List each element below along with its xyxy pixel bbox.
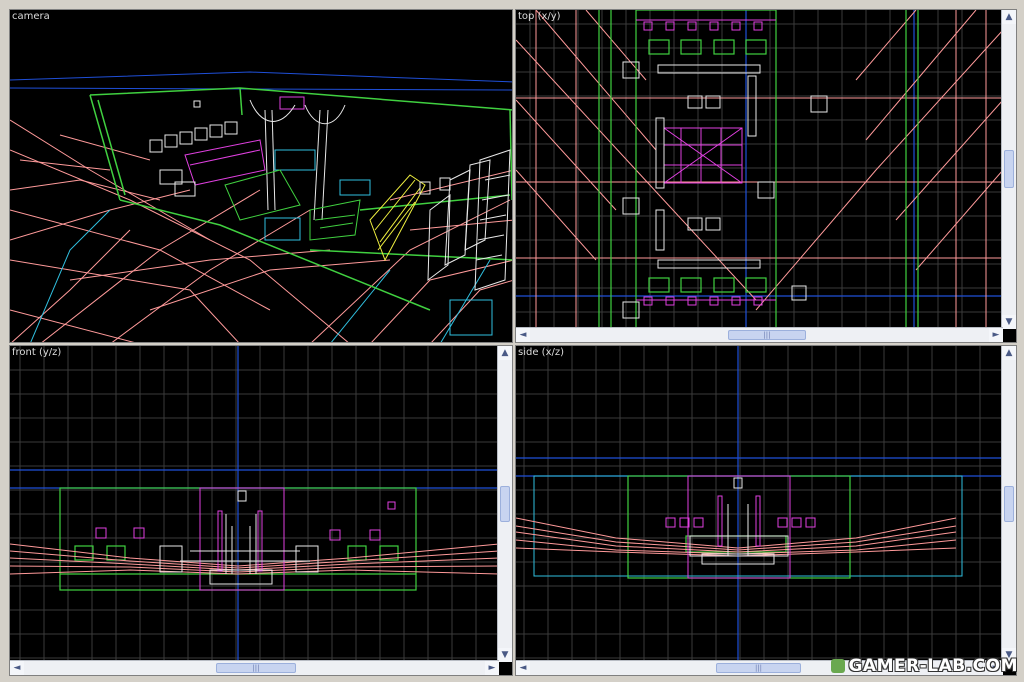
side-2d-grid xyxy=(516,346,1003,662)
top-scroll-down-button[interactable]: ▼ xyxy=(1002,315,1016,329)
side-viewport-label: side (x/z) xyxy=(518,347,565,358)
top-scroll-up-button[interactable]: ▲ xyxy=(1002,10,1016,24)
top-horizontal-scroll-thumb[interactable]: ||| xyxy=(728,330,806,340)
top-scroll-right-button[interactable]: ► xyxy=(989,328,1003,342)
gamer-lab-watermark: GAMER-LAB.COM xyxy=(831,656,1018,676)
side-scroll-up-button[interactable]: ▲ xyxy=(1002,346,1016,360)
top-viewport[interactable]: top (x/y) ▲ ▼ ◄ ||| ► xyxy=(515,9,1017,343)
front-viewport[interactable]: front (y/z) ▲ ▼ ◄ ||| ► xyxy=(9,345,513,676)
camera-viewport[interactable]: camera xyxy=(9,9,513,343)
side-scroll-left-button[interactable]: ◄ xyxy=(516,661,530,675)
top-2d-grid xyxy=(516,10,1003,329)
front-2d-grid xyxy=(10,346,499,662)
top-vertical-scrollbar[interactable]: ▲ ▼ xyxy=(1001,10,1016,329)
top-horizontal-scrollbar[interactable]: ◄ ||| ► xyxy=(516,327,1003,342)
front-horizontal-scrollbar[interactable]: ◄ ||| ► xyxy=(10,660,499,675)
front-vertical-scroll-thumb[interactable] xyxy=(500,486,510,522)
side-vertical-scrollbar[interactable]: ▲ ▼ xyxy=(1001,346,1016,662)
front-scroll-right-button[interactable]: ► xyxy=(485,661,499,675)
top-viewport-label: top (x/y) xyxy=(518,11,561,22)
side-viewport[interactable]: side (x/z) ▲ ▼ ◄ ||| ► xyxy=(515,345,1017,676)
side-horizontal-scroll-thumb[interactable]: ||| xyxy=(716,663,801,673)
side-vertical-scroll-thumb[interactable] xyxy=(1004,486,1014,522)
camera-3d-wireframe xyxy=(10,71,512,342)
watermark-text: GAMER-LAB.COM xyxy=(848,656,1018,676)
front-scroll-down-button[interactable]: ▼ xyxy=(498,648,512,662)
front-scroll-left-button[interactable]: ◄ xyxy=(10,661,24,675)
puzzle-piece-icon xyxy=(831,659,846,673)
front-viewport-label: front (y/z) xyxy=(12,347,62,358)
front-scroll-up-button[interactable]: ▲ xyxy=(498,346,512,360)
front-horizontal-scroll-thumb[interactable]: ||| xyxy=(216,663,296,673)
front-vertical-scrollbar[interactable]: ▲ ▼ xyxy=(497,346,512,662)
top-scroll-left-button[interactable]: ◄ xyxy=(516,328,530,342)
top-vertical-scroll-thumb[interactable] xyxy=(1004,150,1014,188)
camera-viewport-label: camera xyxy=(12,11,50,22)
